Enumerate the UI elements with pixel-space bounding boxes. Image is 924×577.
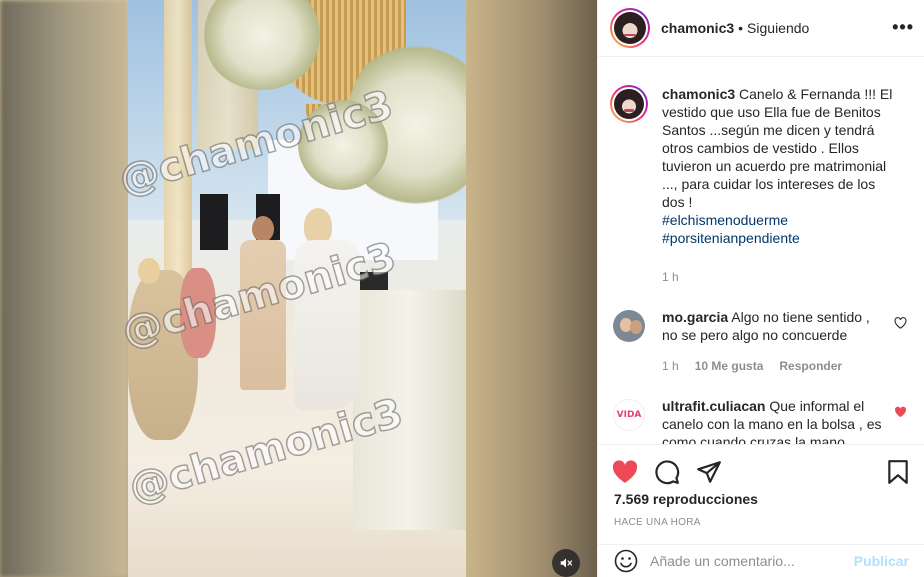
- video-blur-left: [0, 0, 128, 577]
- commenter-avatar[interactable]: VIDA: [613, 399, 645, 431]
- publish-button[interactable]: Publicar: [854, 553, 909, 569]
- comment-item: VIDA ultrafit.culiacan Que informal el c…: [610, 397, 909, 444]
- share-send-icon[interactable]: [696, 459, 722, 485]
- hashtag-link[interactable]: #porsitenianpendiente: [662, 229, 894, 247]
- comment-liked-heart-icon[interactable]: [894, 406, 907, 418]
- author-avatar[interactable]: [610, 8, 650, 48]
- post-header: chamonic3 • Siguiendo •••: [598, 0, 924, 57]
- author-username[interactable]: chamonic3: [661, 20, 734, 36]
- comment-username[interactable]: ultrafit.culiacan: [662, 398, 765, 414]
- hashtag-link[interactable]: #elchismenoduerme: [662, 211, 894, 229]
- save-bookmark-icon[interactable]: [887, 459, 909, 485]
- comment-like-icon[interactable]: [894, 317, 907, 329]
- like-heart-icon[interactable]: [612, 460, 638, 484]
- commenter-avatar[interactable]: [613, 310, 645, 342]
- comments-list[interactable]: chamonic3 Canelo & Fernanda !!! El vesti…: [598, 57, 924, 444]
- view-count[interactable]: 7.569 reproducciones: [598, 487, 924, 507]
- comment-time[interactable]: 1 h: [662, 357, 679, 375]
- comment-item: mo.garcia Algo no tiene sentido , no se …: [610, 308, 909, 375]
- bride: [304, 208, 332, 244]
- speaker: [200, 194, 228, 250]
- mute-button[interactable]: [552, 549, 580, 577]
- caption: chamonic3 Canelo & Fernanda !!! El vesti…: [610, 85, 909, 286]
- post-media[interactable]: @chamonic3 @chamonic3 @chamonic3: [0, 0, 597, 577]
- guest: [138, 258, 160, 284]
- post-side-panel: chamonic3 • Siguiendo ••• chamonic3 Cane…: [597, 0, 924, 577]
- video-blur-right: [466, 0, 597, 577]
- comment-input[interactable]: [650, 553, 854, 569]
- caption-text: Canelo & Fernanda !!! El vestido que uso…: [662, 86, 893, 210]
- groom: [252, 216, 274, 242]
- comment-likes[interactable]: 10 Me gusta: [695, 357, 764, 375]
- post-actions: 7.569 reproducciones HACE UNA HORA Publi…: [598, 444, 924, 577]
- more-options-icon[interactable]: •••: [892, 18, 914, 36]
- muted-speaker-icon: [560, 558, 573, 568]
- reply-button[interactable]: Responder: [779, 357, 842, 375]
- separator-dot: •: [738, 20, 744, 36]
- emoji-icon[interactable]: [614, 549, 638, 573]
- comment-username[interactable]: mo.garcia: [662, 309, 728, 325]
- author-avatar[interactable]: [610, 85, 648, 123]
- add-comment-bar: Publicar: [598, 544, 924, 577]
- follow-status-button[interactable]: Siguiendo: [747, 20, 809, 36]
- caption-time[interactable]: 1 h: [662, 268, 679, 286]
- post-timestamp[interactable]: HACE UNA HORA: [598, 507, 924, 528]
- caption-username[interactable]: chamonic3: [662, 86, 735, 102]
- comment-bubble-icon[interactable]: [654, 459, 680, 485]
